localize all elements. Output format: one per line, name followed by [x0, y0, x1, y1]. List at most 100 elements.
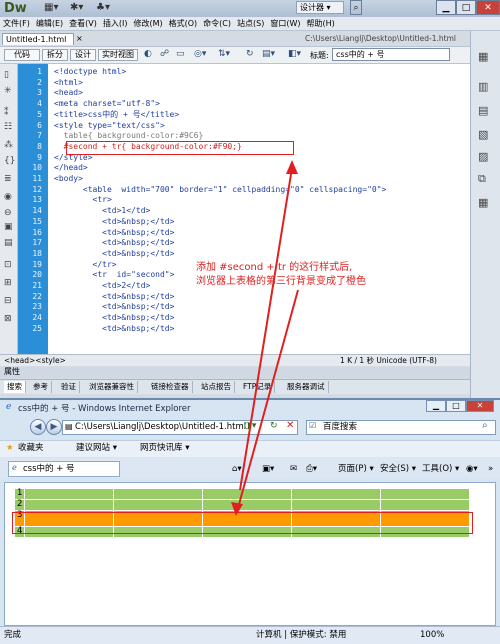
mail-icon[interactable]: ✉	[290, 463, 297, 475]
code-line[interactable]: <td>&nbsp;</td>	[54, 313, 174, 323]
code-line[interactable]: <td>&nbsp;</td>	[54, 324, 174, 334]
menu-help[interactable]: 帮助(H)	[303, 17, 337, 30]
comment-icon[interactable]: ▤	[4, 238, 13, 248]
code-line[interactable]: <td>&nbsp;</td>	[54, 249, 174, 259]
page-menu[interactable]: 页面(P) ▾	[338, 463, 374, 475]
forward-icon[interactable]: ▶	[46, 419, 62, 435]
results-tab[interactable]: 链接检查器	[148, 381, 193, 393]
results-tab[interactable]: FTP记录	[240, 381, 276, 393]
inspect-icon[interactable]: ☍	[160, 49, 169, 59]
refresh-ie-icon[interactable]: ↻	[270, 421, 278, 431]
back-icon[interactable]: ◀	[30, 419, 46, 435]
code-line[interactable]: table{ background-color:#9C6}	[54, 131, 204, 141]
site-icon[interactable]: ♣▾	[96, 2, 110, 13]
code-line[interactable]: <table width="700" border="1" cellpaddin…	[54, 185, 386, 195]
minimize-button[interactable]: ▁	[436, 0, 456, 15]
ie-close-button[interactable]: ✕	[466, 400, 494, 412]
code-line[interactable]: <html>	[54, 78, 83, 88]
line-numbers-icon[interactable]: ≣	[4, 174, 12, 184]
multiscreen-icon[interactable]: ▭	[176, 49, 185, 59]
ap-elements-icon[interactable]: ▤	[478, 104, 488, 117]
code-line[interactable]: <meta charset="utf-8">	[54, 99, 160, 109]
results-tab[interactable]: 站点报告	[198, 381, 235, 393]
document-tab[interactable]: Untitled-1.html	[2, 33, 74, 45]
menu-edit[interactable]: 编辑(E)	[33, 17, 66, 30]
refresh-icon[interactable]: ↻	[246, 49, 254, 59]
balance-braces-icon[interactable]: {}	[4, 156, 15, 166]
menu-commands[interactable]: 命令(C)	[200, 17, 234, 30]
live-code-icon[interactable]: ◐	[144, 49, 152, 59]
code-line[interactable]: <tr>	[54, 195, 112, 205]
menu-window[interactable]: 窗口(W)	[267, 17, 303, 30]
close-button[interactable]: ✕	[476, 0, 500, 15]
results-tab[interactable]: 搜索	[4, 381, 26, 393]
code-line[interactable]: <td>&nbsp;</td>	[54, 238, 174, 248]
view-options-icon[interactable]: ▤▾	[262, 49, 275, 59]
results-tab[interactable]: 浏览器兼容性	[86, 381, 138, 393]
files-panel-icon[interactable]: ▧	[478, 128, 488, 141]
code-line[interactable]: <td>&nbsp;</td>	[54, 292, 174, 302]
assets-panel-icon[interactable]: ▨	[478, 150, 488, 163]
snippet-icon[interactable]: ⊠	[4, 314, 12, 324]
ie-minimize-button[interactable]: ▁	[426, 400, 446, 412]
results-tab[interactable]: 参考	[30, 381, 52, 393]
search-input[interactable]: 百度搜索	[306, 420, 496, 435]
web-slice-gallery-link[interactable]: 网页快讯库 ▾	[140, 441, 189, 456]
indent-icon[interactable]: ⊡	[4, 260, 12, 270]
menu-view[interactable]: 查看(V)	[66, 17, 100, 30]
word-wrap-icon[interactable]: ▣	[4, 222, 13, 232]
syntax-error-icon[interactable]: ⊖	[4, 208, 12, 218]
address-bar[interactable]: C:\Users\Lianglj\Desktop\Untitled-1.html	[62, 420, 298, 435]
code-line[interactable]: <style type="text/css">	[54, 121, 165, 131]
extend-icon[interactable]: ✱▾	[70, 2, 83, 13]
tools-menu[interactable]: 工具(O) ▾	[422, 463, 459, 475]
outdent-icon[interactable]: ⊞	[4, 278, 12, 288]
favorites-button[interactable]: 收藏夹	[18, 441, 44, 456]
workspace-switcher[interactable]: 设计器 ▾	[296, 1, 344, 14]
visual-aids-icon[interactable]: ◧▾	[288, 49, 301, 59]
expand-all-icon[interactable]: ☷	[4, 122, 12, 132]
collapse-tag-icon[interactable]: ✳	[4, 86, 12, 96]
search-icon[interactable]: ⌕	[350, 0, 362, 15]
menu-modify[interactable]: 修改(M)	[130, 17, 165, 30]
menu-format[interactable]: 格式(O)	[166, 17, 201, 30]
code-line[interactable]: <body>	[54, 174, 83, 184]
ie-maximize-button[interactable]: □	[446, 400, 466, 412]
stop-icon[interactable]: ✕	[286, 420, 294, 431]
layout-icon[interactable]: ▦▾	[44, 2, 58, 13]
close-tab-icon[interactable]: ×	[76, 34, 83, 43]
menu-file[interactable]: 文件(F)	[0, 17, 33, 30]
maximize-button[interactable]: □	[456, 0, 476, 15]
css-styles-icon[interactable]: ▥	[478, 80, 488, 93]
zoom-level[interactable]: 100%	[420, 627, 444, 643]
highlight-invalid-icon[interactable]: ◉	[4, 192, 12, 202]
tag-path[interactable]: <head><style>	[4, 355, 66, 366]
code-line[interactable]: <td>1</td>	[54, 206, 150, 216]
code-line[interactable]: <td>&nbsp;</td>	[54, 228, 174, 238]
code-line[interactable]: </head>	[54, 163, 88, 173]
suggested-sites-link[interactable]: 建议网站 ▾	[76, 441, 117, 456]
code-view-button[interactable]: 代码	[4, 49, 40, 61]
page-title-input[interactable]: css中的 + 号	[332, 48, 450, 61]
results-tab[interactable]: 服务器调试	[284, 381, 329, 393]
menu-insert[interactable]: 插入(I)	[100, 17, 131, 30]
print-icon[interactable]: ⎙▾	[306, 463, 317, 475]
code-line[interactable]: <td>&nbsp;</td>	[54, 302, 174, 312]
results-tab[interactable]: 验证	[58, 381, 80, 393]
format-source-icon[interactable]: ⊟	[4, 296, 12, 306]
code-line[interactable]: <head>	[54, 88, 83, 98]
compatibility-icon[interactable]: ◑▾	[244, 421, 256, 431]
file-management-icon[interactable]: ⇅▾	[218, 49, 230, 59]
properties-panel-title[interactable]: 属性	[0, 367, 470, 378]
live-view-button[interactable]: 实时视图	[98, 49, 138, 61]
code-line[interactable]: <tr id="second">	[54, 270, 175, 280]
code-line[interactable]: <td>&nbsp;</td>	[54, 217, 174, 227]
select-parent-icon[interactable]: ⁂	[4, 140, 13, 150]
safety-menu[interactable]: 安全(S) ▾	[380, 463, 416, 475]
feeds-icon[interactable]: ▣▾	[262, 463, 274, 475]
preview-icon[interactable]: ◎▾	[194, 49, 206, 59]
design-view-button[interactable]: 设计	[70, 49, 96, 61]
help-icon[interactable]: ◉▾	[466, 463, 478, 475]
code-line[interactable]: <title>css中的 + 号</title>	[54, 110, 179, 120]
code-line[interactable]: </tr>	[54, 260, 117, 270]
